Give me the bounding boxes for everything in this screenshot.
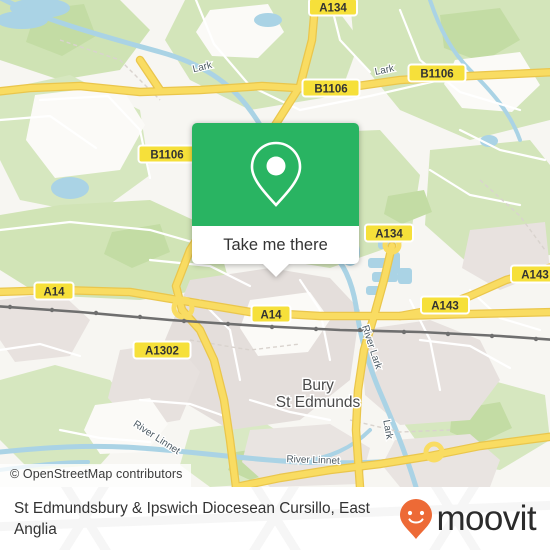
road-shield-label: A134 [319, 2, 347, 14]
road-shield-label: A134 [375, 228, 403, 240]
road-shield-label: A1302 [145, 345, 179, 357]
map-pin-icon [250, 141, 301, 207]
place-label: Bury [302, 377, 334, 394]
road-shield: B1106 [137, 144, 197, 164]
osm-attribution[interactable]: © OpenStreetMap contributors [0, 464, 191, 487]
page-footer: St Edmundsbury & Ipswich Diocesean Cursi… [0, 487, 550, 550]
moovit-wordmark: moovit [436, 499, 537, 538]
road-shield: B1106 [407, 63, 467, 83]
road-shield: A143 [510, 264, 550, 284]
road-shield: A1302 [132, 340, 192, 360]
road-shield: A134 [364, 223, 414, 243]
take-me-there-button[interactable]: Take me there [192, 226, 359, 264]
callout-tail [261, 263, 290, 277]
moovit-map-screenshot: Lark Lark River Lark Lark River Linnet River … [0, 0, 550, 550]
road-shield-label: A14 [260, 309, 282, 321]
callout-icon-panel [192, 123, 359, 226]
take-me-there-callout[interactable]: Take me there [192, 123, 359, 277]
place-title: St Edmundsbury & Ipswich Diocesean Cursi… [14, 499, 370, 538]
road-shield-label: B1106 [420, 68, 453, 80]
moovit-logo[interactable]: moovit [399, 498, 537, 540]
road-shield-label: A143 [521, 269, 549, 281]
road-shield: A14 [33, 281, 75, 301]
road-shield: A143 [420, 295, 470, 315]
water-label: River Linnet [286, 454, 340, 467]
road-shield-label: B1106 [314, 83, 347, 95]
road-shield-label: A14 [43, 286, 65, 298]
road-shield: B1106 [301, 78, 361, 98]
moovit-smiley-pin-icon [399, 498, 432, 539]
road-shield-label: B1106 [150, 149, 183, 161]
road-shield: A14 [250, 304, 292, 324]
road-shield-label: A143 [431, 300, 459, 312]
road-shield: A134 [308, 0, 358, 17]
place-label: St Edmunds [276, 394, 361, 411]
